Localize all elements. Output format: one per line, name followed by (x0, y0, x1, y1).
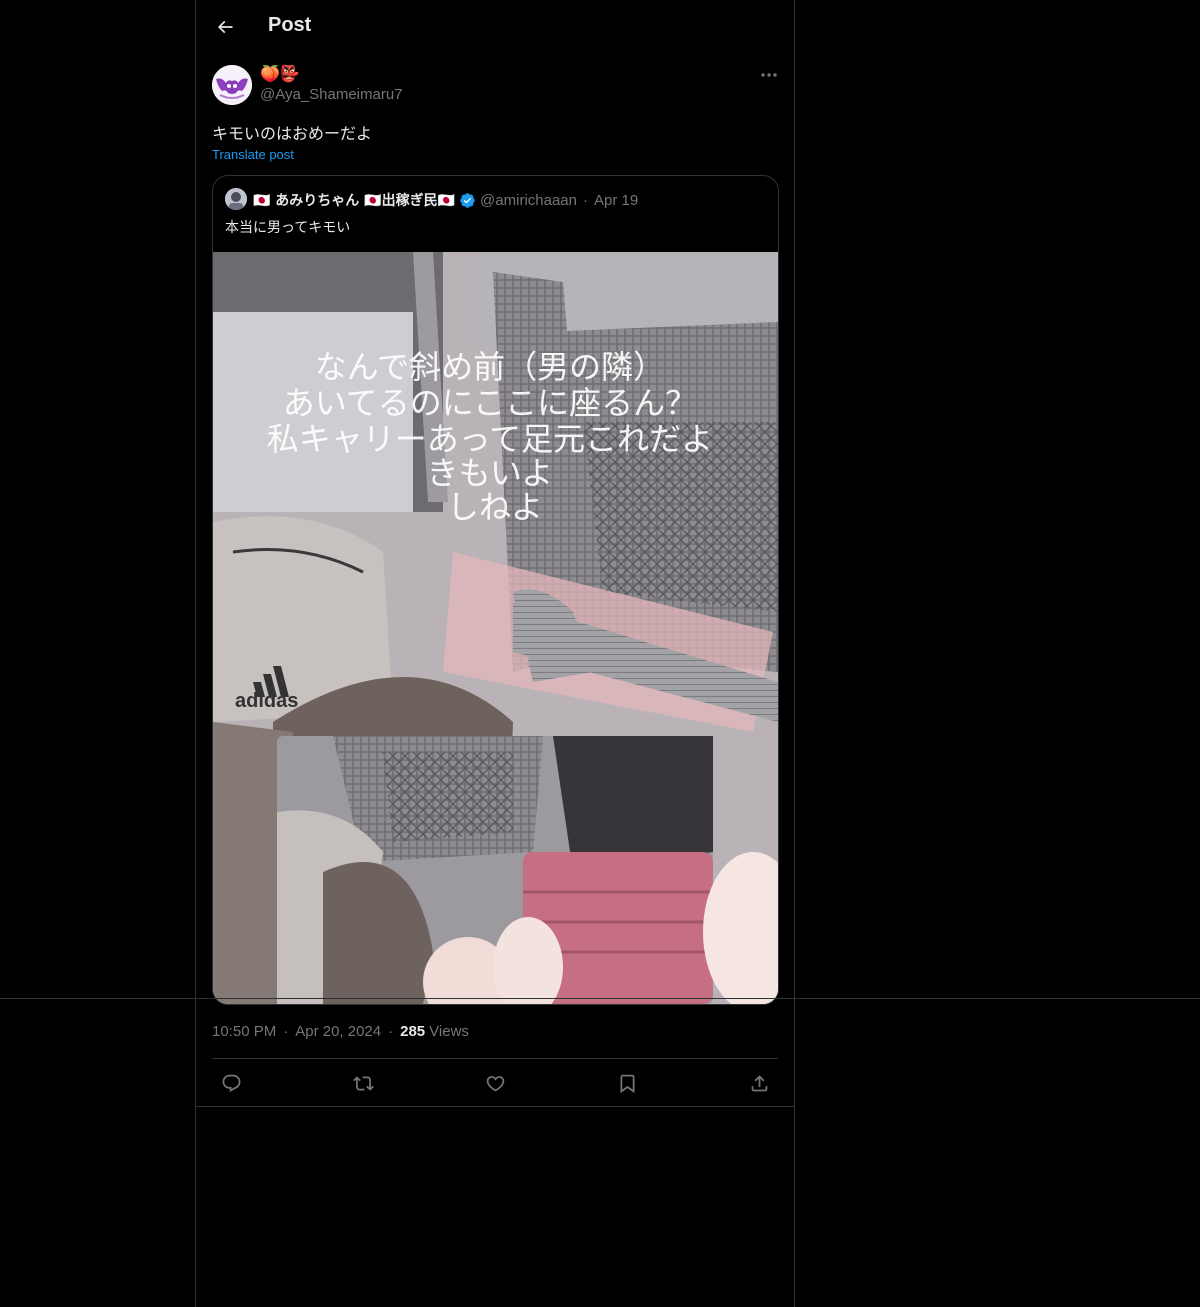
page-title: Post (268, 14, 312, 36)
post-time[interactable]: 10:50 PM (212, 1023, 276, 1040)
dot-separator: · (582, 191, 588, 209)
post-date[interactable]: Apr 20, 2024 (295, 1023, 381, 1040)
page-header: Post (196, 0, 794, 54)
reply-icon (221, 1073, 242, 1094)
quoted-post-header: 🇯🇵 あみりちゃん 🇯🇵出稼ぎ民🇯🇵 @amirichaaan · Apr 19 (253, 190, 638, 210)
repost-button[interactable] (348, 1068, 378, 1098)
post-bottom-border (196, 1106, 794, 1107)
bookmark-icon (617, 1073, 638, 1094)
more-dots-icon (760, 72, 778, 78)
overlay-line-3: 私キャリーあって足元これだよ (267, 420, 713, 458)
more-options-button[interactable] (754, 63, 784, 87)
author-avatar[interactable] (212, 65, 252, 105)
quoted-post-image[interactable]: adidas なんで斜め前（男の隣） あいてるのにここに座るん？ 私キャリーあっ… (213, 252, 778, 1004)
heart-icon (485, 1073, 506, 1094)
quoted-author-name: 🇯🇵 あみりちゃん 🇯🇵出稼ぎ民🇯🇵 (253, 193, 456, 209)
author-handle[interactable]: @Aya_Shameimaru7 (260, 86, 403, 103)
verified-badge-icon (459, 192, 476, 209)
reply-button[interactable] (216, 1068, 246, 1098)
action-bar (212, 1060, 778, 1106)
bookmark-button[interactable] (612, 1068, 642, 1098)
translate-post-link[interactable]: Translate post (212, 147, 294, 162)
author-display-name[interactable]: 🍑👺 (260, 64, 300, 84)
horizontal-rule (0, 998, 1200, 999)
share-button[interactable] (744, 1068, 774, 1098)
overlay-line-4: きもいよ (427, 454, 554, 492)
views-label: Views (429, 1023, 469, 1040)
adidas-brand-text: adidas (235, 690, 298, 712)
repost-icon (352, 1073, 374, 1094)
like-button[interactable] (480, 1068, 510, 1098)
inset-photo (277, 736, 778, 1004)
arrow-left-icon (215, 17, 235, 37)
quoted-author-avatar (225, 188, 247, 210)
divider (212, 1058, 778, 1059)
overlay-line-1: なんで斜め前（男の隣） (315, 348, 665, 386)
back-button[interactable] (208, 10, 242, 44)
overlay-line-5: しねよ (447, 488, 543, 526)
quoted-post-date: Apr 19 (593, 191, 639, 209)
main-column: Post 🍑👺 @Aya_Shameimaru7 キモいのはおめーだよ Tran… (195, 0, 795, 1307)
overlay-line-2: あいてるのにここに座るん？ (283, 384, 697, 422)
views-count: 285 (400, 1023, 426, 1040)
dot-separator: · (388, 1023, 394, 1040)
purple-bat-avatar-icon (212, 65, 252, 105)
quoted-author-handle: @amirichaaan (480, 191, 577, 209)
share-icon (749, 1073, 770, 1094)
post-metadata: 10:50 PM · Apr 20, 2024 · 285 Views (212, 1023, 469, 1040)
post-text: キモいのはおめーだよ (212, 124, 373, 143)
train-seat-photo: adidas なんで斜め前（男の隣） あいてるのにここに座るん？ 私キャリーあっ… (213, 252, 778, 1004)
quoted-post[interactable]: 🇯🇵 あみりちゃん 🇯🇵出稼ぎ民🇯🇵 @amirichaaan · Apr 19… (212, 175, 779, 1005)
dot-separator: · (283, 1023, 289, 1040)
quoted-post-text: 本当に男ってキモい (225, 220, 351, 236)
